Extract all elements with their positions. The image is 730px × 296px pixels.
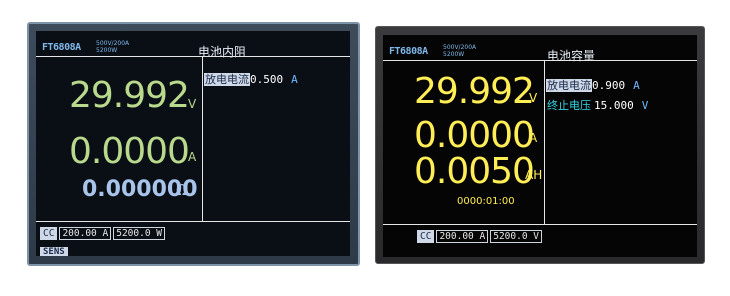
left-spec-line2: 5200W [96, 47, 118, 54]
right-status-power: 5200.0 V [490, 230, 542, 243]
right-display: FT6808A 500V/200A 5200W 电池容量 29.992 V 0.… [383, 35, 697, 257]
left-current-unit: A [188, 150, 197, 164]
right-column-divider [544, 61, 545, 224]
right-elapsed-timer: 0000:01:00 [457, 196, 515, 207]
left-param-discharge-current[interactable]: 放电电流0.500 A [204, 71, 298, 87]
right-mode-title: 电池容量 [547, 49, 596, 63]
right-param-cutoff-voltage[interactable]: 终止电压 15.000 V [546, 97, 648, 113]
right-voltage-readout: 29.992 [414, 71, 535, 112]
left-voltage-readout: 29.992 [69, 75, 190, 116]
left-status-current: 200.00 A [59, 227, 112, 240]
right-param1-value: 0.900 [592, 79, 626, 92]
left-device-bezel: FT6808A 500V/200A 5200W 电池内阻 29.992 V 0.… [27, 22, 360, 266]
right-spec-line1: 500V/200A [443, 44, 477, 51]
left-spec-line1: 500V/200A [96, 40, 130, 47]
right-status-bar: CC 200.00 A 5200.0 V [417, 230, 544, 243]
right-spec-label: 500V/200A 5200W [443, 44, 476, 58]
right-current-unit: A [529, 131, 538, 145]
left-voltage-unit: V [188, 97, 197, 111]
right-param2-value: 15.000 [594, 99, 634, 112]
left-display: FT6808A 500V/200A 5200W 电池内阻 29.992 V 0.… [36, 31, 350, 256]
right-capacity-readout: 0.0050 [414, 151, 535, 192]
right-device-bezel: FT6808A 500V/200A 5200W 电池容量 29.992 V 0.… [375, 26, 705, 264]
left-brand-label: FT6808A [42, 42, 81, 53]
left-param-label: 放电电流 [204, 73, 250, 86]
right-current-readout: 0.0000 [414, 115, 535, 156]
right-mode-badge: CC [417, 230, 435, 243]
left-status-divider [36, 221, 350, 222]
left-column-divider [202, 57, 203, 221]
right-capacity-unit: AH [525, 168, 543, 182]
right-header-divider [383, 60, 697, 61]
right-param-discharge-current[interactable]: 放电电流0.900 A [546, 77, 640, 93]
right-spec-line2: 5200W [443, 51, 465, 58]
right-param1-label: 放电电流 [546, 79, 592, 92]
right-status-current: 200.00 A [436, 230, 489, 243]
left-resistance-unit: Ω [176, 181, 188, 199]
right-param2-label: 终止电压 [547, 99, 591, 112]
left-mode-badge: CC [40, 227, 58, 240]
right-status-divider [383, 224, 697, 225]
left-param-value: 0.500 [250, 73, 284, 86]
left-header-divider [36, 56, 350, 57]
left-status-bar: CC 200.00 A 5200.0 W [40, 227, 167, 240]
right-param2-unit: V [641, 99, 649, 112]
left-sens-badge: SENS [40, 247, 68, 256]
right-brand-label: FT6808A [389, 46, 428, 57]
right-param1-unit: A [633, 79, 640, 92]
left-status-power: 5200.0 W [113, 227, 165, 240]
left-current-readout: 0.0000 [69, 131, 190, 172]
left-spec-label: 500V/200A 5200W [96, 40, 129, 54]
right-voltage-unit: V [529, 91, 538, 105]
left-mode-title: 电池内阻 [198, 45, 247, 59]
left-param-unit: A [291, 73, 298, 86]
